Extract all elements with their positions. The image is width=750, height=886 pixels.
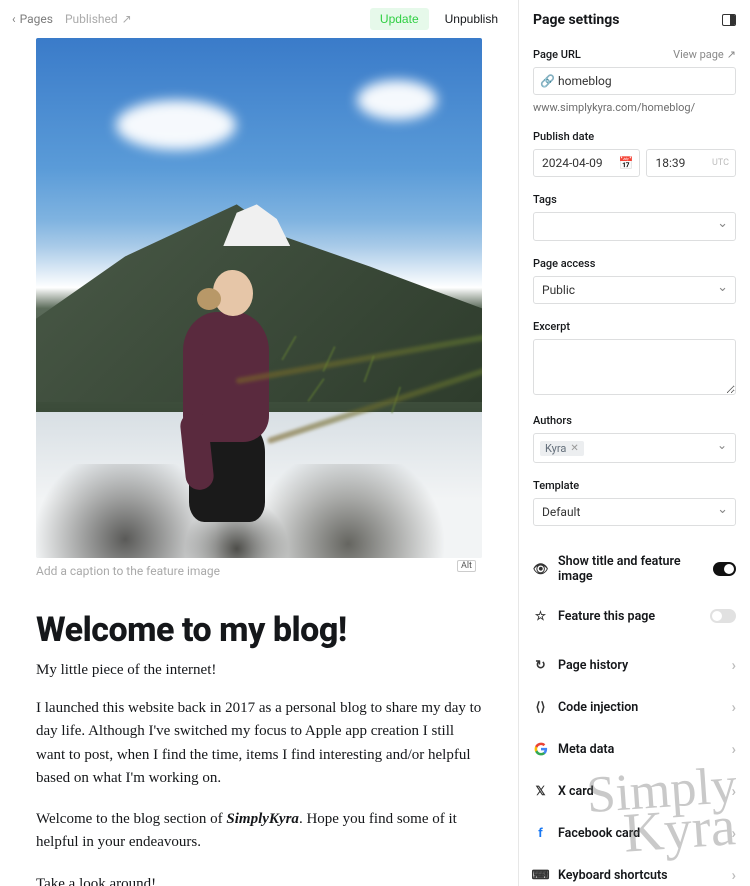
x-card-row[interactable]: 𝕏 X card › xyxy=(519,770,750,812)
facebook-card-row[interactable]: f Facebook card › xyxy=(519,812,750,854)
code-injection-label: Code injection xyxy=(558,700,638,715)
keyboard-icon: ⌨ xyxy=(533,867,548,883)
template-label: Template xyxy=(533,479,579,492)
meta-data-label: Meta data xyxy=(558,742,614,757)
excerpt-label: Excerpt xyxy=(533,320,570,333)
code-icon: ⟨⟩ xyxy=(533,699,548,715)
calendar-icon: 📅 xyxy=(619,156,634,170)
url-label: Page URL xyxy=(533,48,581,61)
publish-date-label: Publish date xyxy=(533,130,594,143)
chevron-right-icon: › xyxy=(731,782,736,800)
page-url-input[interactable] xyxy=(533,67,736,95)
back-label: Pages xyxy=(20,12,53,26)
history-icon: ↻ xyxy=(533,657,548,673)
page-access-select[interactable]: Public xyxy=(533,276,736,304)
link-icon: 🔗 xyxy=(540,74,555,88)
chevron-left-icon: ‹ xyxy=(12,12,16,26)
chevron-right-icon: › xyxy=(731,740,736,758)
author-chip-label: Kyra xyxy=(545,442,566,455)
feature-page-toggle[interactable] xyxy=(710,609,736,623)
feature-page-label: Feature this page xyxy=(558,609,655,624)
para2-emphasis: SimplyKyra xyxy=(226,811,299,827)
publish-status[interactable]: Published ↗ xyxy=(65,12,132,26)
page-access-label: Page access xyxy=(533,257,595,270)
meta-data-row[interactable]: Meta data › xyxy=(519,728,750,770)
post-paragraph-3[interactable]: Take a look around! xyxy=(36,873,482,886)
chevron-right-icon: › xyxy=(731,866,736,884)
eye-icon: 👁 xyxy=(533,562,548,577)
excerpt-textarea[interactable] xyxy=(533,339,736,395)
tags-label: Tags xyxy=(533,193,557,206)
x-card-label: X card xyxy=(558,784,594,799)
show-title-toggle[interactable] xyxy=(713,562,736,576)
chevron-right-icon: › xyxy=(731,656,736,674)
remove-author-icon[interactable]: ✕ xyxy=(570,443,578,454)
update-button[interactable]: Update xyxy=(370,8,429,30)
chevron-right-icon: › xyxy=(731,824,736,842)
facebook-icon: f xyxy=(533,826,548,841)
chevron-right-icon: › xyxy=(731,698,736,716)
sidebar-title: Page settings xyxy=(533,12,619,28)
google-icon xyxy=(533,742,548,756)
page-title[interactable]: Welcome to my blog! xyxy=(36,610,482,650)
template-select[interactable]: Default xyxy=(533,498,736,526)
page-history-label: Page history xyxy=(558,658,628,673)
code-injection-row[interactable]: ⟨⟩ Code injection › xyxy=(519,686,750,728)
x-icon: 𝕏 xyxy=(533,783,548,799)
feature-page-toggle-row[interactable]: ☆ Feature this page xyxy=(519,596,750,636)
feature-image[interactable] xyxy=(36,38,482,558)
authors-select[interactable]: Kyra ✕ xyxy=(533,433,736,463)
star-icon: ☆ xyxy=(533,608,548,624)
back-to-pages[interactable]: ‹ Pages xyxy=(12,12,53,26)
authors-label: Authors xyxy=(533,414,572,427)
feature-caption-input[interactable]: Add a caption to the feature image xyxy=(36,564,482,578)
external-link-icon: ↗ xyxy=(727,48,736,61)
facebook-card-label: Facebook card xyxy=(558,826,640,841)
status-text: Published xyxy=(65,12,118,26)
para2-pre: Welcome to the blog section of xyxy=(36,811,226,827)
external-link-icon: ↗ xyxy=(122,12,132,26)
show-title-toggle-row[interactable]: 👁 Show title and feature image xyxy=(519,542,750,596)
alt-text-button[interactable]: Alt xyxy=(457,560,476,572)
page-history-row[interactable]: ↻ Page history › xyxy=(519,644,750,686)
author-chip[interactable]: Kyra ✕ xyxy=(540,441,584,456)
keyboard-shortcuts-row[interactable]: ⌨ Keyboard shortcuts › xyxy=(519,854,750,886)
tags-select[interactable] xyxy=(533,212,736,241)
panel-toggle-icon[interactable] xyxy=(722,14,736,26)
timezone-label: UTC xyxy=(712,158,729,168)
post-paragraph-1[interactable]: I launched this website back in 2017 as … xyxy=(36,697,482,790)
show-title-label: Show title and feature image xyxy=(558,554,703,584)
unpublish-button[interactable]: Unpublish xyxy=(437,8,506,30)
post-subtitle[interactable]: My little piece of the internet! xyxy=(36,662,482,679)
view-page-link[interactable]: View page ↗ xyxy=(673,48,736,61)
url-preview: www.simplykyra.com/homeblog/ xyxy=(533,101,736,114)
keyboard-shortcuts-label: Keyboard shortcuts xyxy=(558,868,668,883)
post-paragraph-2[interactable]: Welcome to the blog section of SimplyKyr… xyxy=(36,808,482,855)
